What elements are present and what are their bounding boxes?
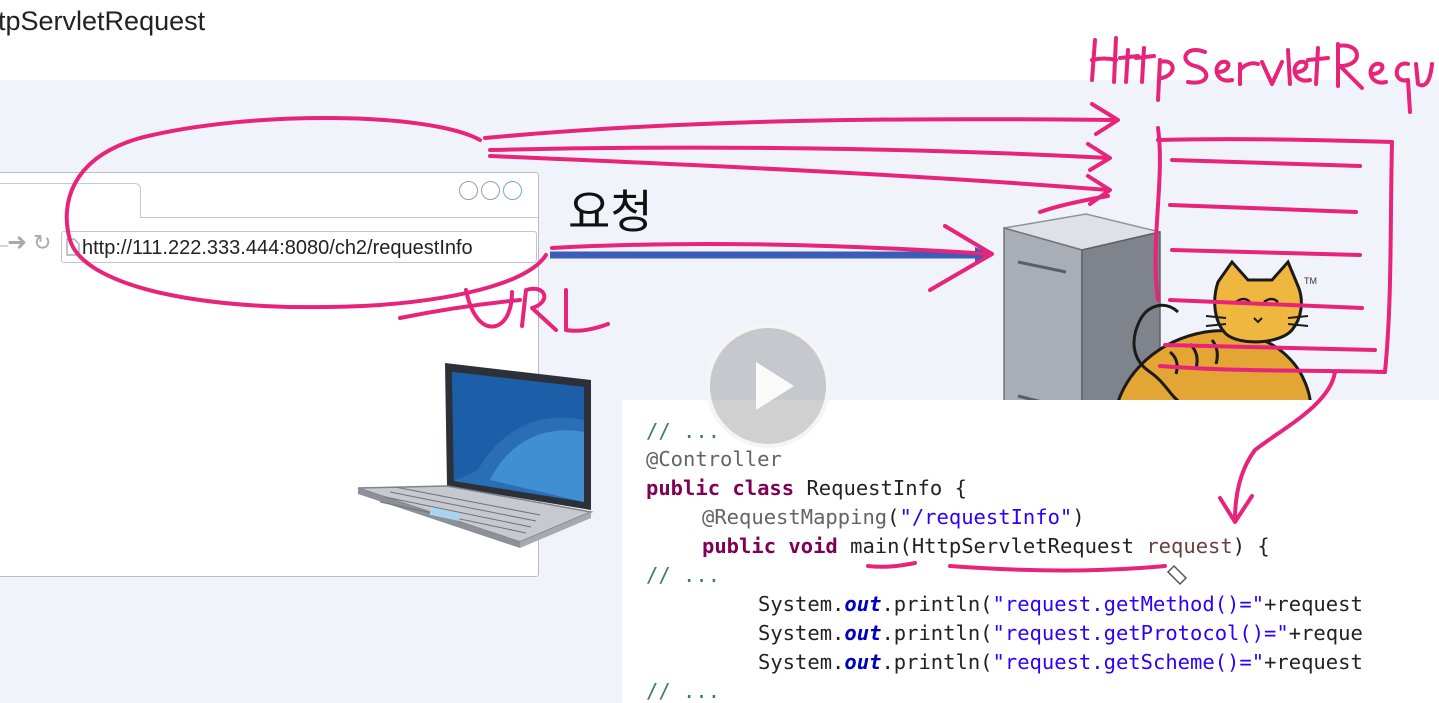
code-line: @Controller — [646, 447, 782, 471]
code-line: public class RequestInfo { — [646, 476, 967, 500]
window-button-circle — [459, 181, 478, 200]
address-bar[interactable]: http://111.222.333.444:8080/ch2/requestI… — [61, 231, 537, 263]
slide-title: tpServletRequest — [0, 6, 206, 36]
code-panel: // ... @Controller public class RequestI… — [622, 400, 1439, 703]
browser-tab — [0, 183, 141, 218]
browser-window: ← ➜ ↻ http://111.222.333.444:8080/ch2/re… — [0, 172, 539, 577]
forward-arrow-icon: ➜ — [7, 229, 28, 256]
request-label: 요청 — [568, 185, 653, 239]
code-line: System.out.println("request.getScheme()=… — [758, 650, 1363, 674]
code-line: @RequestMapping("/requestInfo") — [702, 505, 1085, 529]
page-icon — [66, 238, 80, 256]
window-button-circle — [503, 181, 522, 200]
code-line: public void main(HttpServletRequest requ… — [702, 534, 1270, 558]
reload-icon: ↻ — [33, 230, 52, 255]
play-icon — [756, 362, 794, 410]
browser-tab-strip — [0, 173, 538, 218]
code-line: // ... — [646, 563, 721, 587]
address-bar-url: http://111.222.333.444:8080/ch2/requestI… — [82, 237, 473, 259]
code-line: System.out.println("request.getProtocol(… — [758, 621, 1363, 645]
code-line: // ... — [646, 419, 721, 443]
window-button-circle — [481, 181, 500, 200]
code-line: // ... — [646, 679, 721, 703]
play-button[interactable] — [706, 324, 830, 448]
browser-nav-row: ← ➜ ↻ http://111.222.333.444:8080/ch2/re… — [0, 225, 538, 263]
code-line: System.out.println("request.getMethod()=… — [758, 592, 1363, 616]
